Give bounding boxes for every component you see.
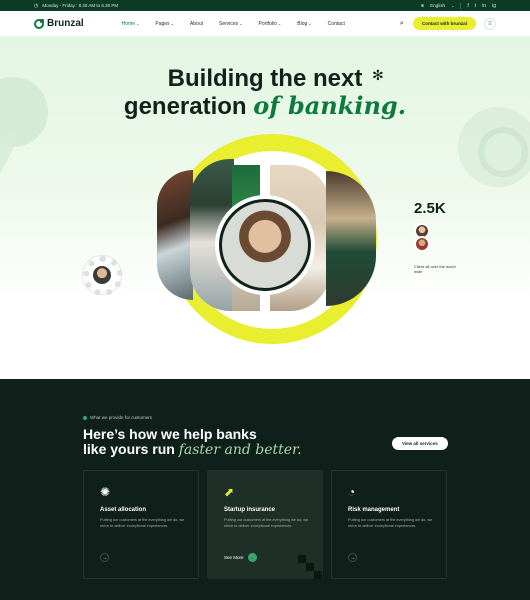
chevron-down-icon: ⌄: [277, 21, 282, 26]
service-card-title: Risk management: [348, 507, 400, 513]
decorative-pixel: [298, 555, 306, 563]
eyebrow-text: What we provide for customers: [90, 415, 153, 420]
service-card-risk-management[interactable]: ◔ Risk management Putting our customers …: [331, 470, 447, 579]
services-title-accent: faster and better.: [178, 442, 302, 458]
services-title-line2: like yours run faster and better.: [83, 442, 323, 458]
services-section: What we provide for customers Here’s how…: [0, 379, 530, 600]
top-info-bar: ◷ Monday - Friday : 8.30 AM to 6.30 PM ⊕…: [0, 0, 530, 11]
team-photo-panel: [157, 170, 193, 300]
nav-item-pages[interactable]: Pages ⌄: [155, 21, 174, 27]
view-all-services-button[interactable]: View all services: [392, 437, 448, 450]
portrait-image: [219, 199, 311, 291]
decorative-pixel: [314, 571, 322, 579]
gear-icon: ✺: [100, 485, 111, 499]
service-card-description: Putting our customers at the everything …: [100, 518, 185, 528]
divider: [460, 2, 462, 9]
hero-title-line1: Building the next: [167, 65, 363, 92]
section-eyebrow: What we provide for customers: [83, 415, 152, 420]
service-card-asset-allocation[interactable]: ✺ Asset allocation Putting our customers…: [83, 470, 199, 579]
twitter-icon[interactable]: t: [475, 3, 476, 9]
search-icon[interactable]: ⌕: [400, 20, 404, 28]
office-hours: Monday - Friday : 8.30 AM to 6.30 PM: [42, 3, 119, 8]
brand-name: Brunzal: [47, 18, 84, 29]
shield-icon: ◔: [348, 485, 356, 499]
service-card-title: Asset allocation: [100, 507, 147, 513]
avatar: [414, 236, 430, 252]
nav-item-label: Blog: [297, 20, 308, 27]
nav-menu: Home ⌄ Pages ⌄ About Services ⌄ Portfolio ⌄ …: [122, 21, 361, 27]
facebook-icon[interactable]: f: [467, 3, 468, 9]
services-title: Here’s how we help banks like yours run …: [83, 427, 323, 458]
service-card-title: Startup insurance: [224, 507, 276, 513]
service-card-description: Putting our customers at the everything …: [224, 518, 309, 528]
service-card-startup-insurance[interactable]: ⬈ Startup insurance Putting our customer…: [207, 470, 323, 579]
badge-ring-text: [83, 256, 123, 296]
team-photo-panel: [326, 171, 376, 306]
hero-title-accent: of banking.: [253, 91, 407, 120]
nav-item-label: Home: [121, 20, 136, 27]
nav-item-services[interactable]: Services ⌄: [219, 21, 243, 27]
hero-title: Building the next generation of banking.: [0, 65, 530, 120]
globe-icon: ⊕: [420, 2, 425, 8]
service-card-description: Putting our customers at the everything …: [348, 518, 433, 528]
chevron-down-icon: ⌄: [170, 21, 174, 26]
nav-item-portfolio[interactable]: Portfolio ⌄: [259, 21, 282, 27]
clock-icon: ◷: [34, 2, 39, 9]
language-select[interactable]: English: [430, 3, 445, 8]
rotating-badge: [82, 255, 123, 296]
nav-item-home[interactable]: Home ⌄: [122, 21, 140, 27]
nav-item-label: Pages: [155, 20, 170, 27]
arrow-right-icon[interactable]: →: [100, 553, 109, 562]
main-navigation: Brunzal Home ⌄ Pages ⌄ About Services ⌄ Por…: [0, 11, 530, 37]
logo-icon: [34, 18, 44, 29]
brand-logo[interactable]: Brunzal: [34, 18, 84, 29]
bulb-icon: [83, 415, 87, 420]
client-avatars: [414, 223, 434, 252]
services-title-plain: like yours run: [83, 441, 179, 457]
client-count: 2.5K: [414, 200, 446, 217]
nav-item-blog[interactable]: Blog ⌄: [297, 21, 311, 27]
hero-title-plain: generation: [123, 93, 254, 120]
nav-item-label: Services: [219, 20, 239, 27]
nav-item-label: About: [189, 20, 203, 27]
decorative-pixel: [306, 563, 314, 571]
chevron-down-icon: ⌄: [239, 21, 243, 26]
nav-item-contact[interactable]: Contact: [328, 21, 345, 27]
decorative-shape: [0, 127, 22, 187]
nav-item-label: Portfolio: [258, 20, 277, 27]
arrow-right-icon: →: [247, 553, 257, 562]
chevron-down-icon: ⌄: [136, 21, 140, 26]
hero-section: Building the next generation of banking.…: [0, 37, 530, 379]
social-links: f t in ig: [467, 3, 496, 9]
nav-item-label: Contact: [327, 20, 345, 27]
client-caption: Client all over the world wide: [414, 264, 456, 274]
chevron-down-icon: ⌄: [451, 3, 455, 8]
arrow-up-right-icon: ⬈: [224, 485, 235, 499]
center-portrait: [215, 195, 315, 295]
services-title-line1: Here’s how we help banks: [83, 426, 257, 442]
chevron-down-icon: ⌄: [308, 21, 312, 26]
contact-cta-button[interactable]: Contact with brunzal: [412, 17, 476, 30]
see-more-link[interactable]: See More →: [224, 553, 257, 562]
topbar-right: ⊕ English ⌄ f t in ig: [420, 2, 496, 9]
linkedin-icon[interactable]: in: [482, 3, 486, 9]
nav-item-about[interactable]: About: [190, 21, 203, 27]
see-more-label: See More: [224, 555, 244, 560]
asterisk-icon: ✻: [372, 67, 384, 83]
arrow-right-icon[interactable]: →: [348, 553, 357, 562]
hero-title-line2: generation of banking.: [0, 92, 530, 120]
grid-menu-icon[interactable]: ⁝⁝: [484, 17, 496, 30]
instagram-icon[interactable]: ig: [492, 3, 496, 9]
